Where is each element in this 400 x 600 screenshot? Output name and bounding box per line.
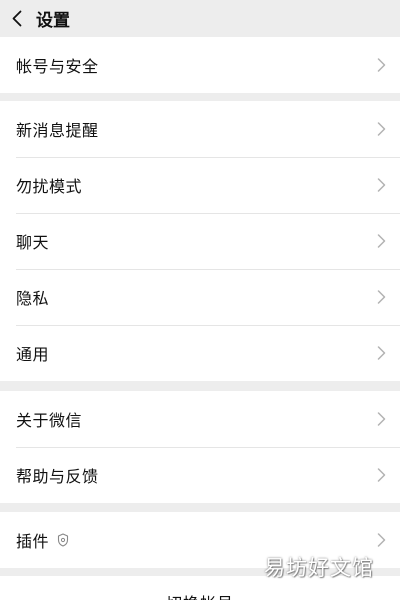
chevron-right-icon (377, 178, 386, 192)
settings-item-label: 聊天 (16, 233, 50, 252)
switch-account-button[interactable]: 切换帐号 (0, 576, 400, 600)
settings-group-about: 关于微信 帮助与反馈 (0, 391, 400, 503)
switch-account-label: 切换帐号 (166, 590, 234, 600)
chevron-right-icon (377, 122, 386, 136)
chevron-right-icon (377, 468, 386, 482)
settings-group-main: 新消息提醒 勿扰模式 聊天 隐私 通用 (0, 101, 400, 381)
settings-item-account-security[interactable]: 帐号与安全 (0, 37, 400, 93)
chevron-right-icon (377, 346, 386, 360)
settings-item-privacy[interactable]: 隐私 (0, 269, 400, 325)
chevron-right-icon (377, 412, 386, 426)
settings-item-plugins[interactable]: 插件 (0, 512, 400, 568)
settings-item-new-message-alerts[interactable]: 新消息提醒 (0, 101, 400, 157)
chevron-right-icon (377, 234, 386, 248)
settings-item-label: 插件 (16, 532, 50, 551)
settings-item-about-wechat[interactable]: 关于微信 (0, 391, 400, 447)
chevron-right-icon (377, 533, 386, 547)
settings-item-label: 帮助与反馈 (16, 467, 99, 486)
back-button[interactable] (0, 0, 34, 36)
settings-group-account: 帐号与安全 (0, 37, 400, 93)
page-title: 设置 (36, 10, 70, 31)
chevron-left-icon (12, 10, 22, 26)
settings-page: 设置 帐号与安全 新消息提醒 勿扰模式 聊天 隐私 通用 关于微信 帮助与反馈 … (0, 0, 400, 600)
settings-item-label: 新消息提醒 (16, 121, 99, 140)
chevron-right-icon (377, 58, 386, 72)
settings-item-do-not-disturb[interactable]: 勿扰模式 (0, 157, 400, 213)
settings-group-plugins: 插件 (0, 512, 400, 568)
settings-item-general[interactable]: 通用 (0, 325, 400, 381)
settings-item-help-feedback[interactable]: 帮助与反馈 (0, 447, 400, 503)
settings-item-label: 隐私 (16, 289, 50, 308)
settings-item-chat[interactable]: 聊天 (0, 213, 400, 269)
settings-item-label: 勿扰模式 (16, 177, 83, 196)
settings-item-label: 帐号与安全 (16, 57, 99, 76)
settings-item-label: 关于微信 (16, 411, 83, 430)
plugin-badge-icon (57, 533, 69, 547)
nav-bar: 设置 (0, 0, 400, 36)
settings-item-label: 通用 (16, 345, 50, 364)
chevron-right-icon (377, 290, 386, 304)
